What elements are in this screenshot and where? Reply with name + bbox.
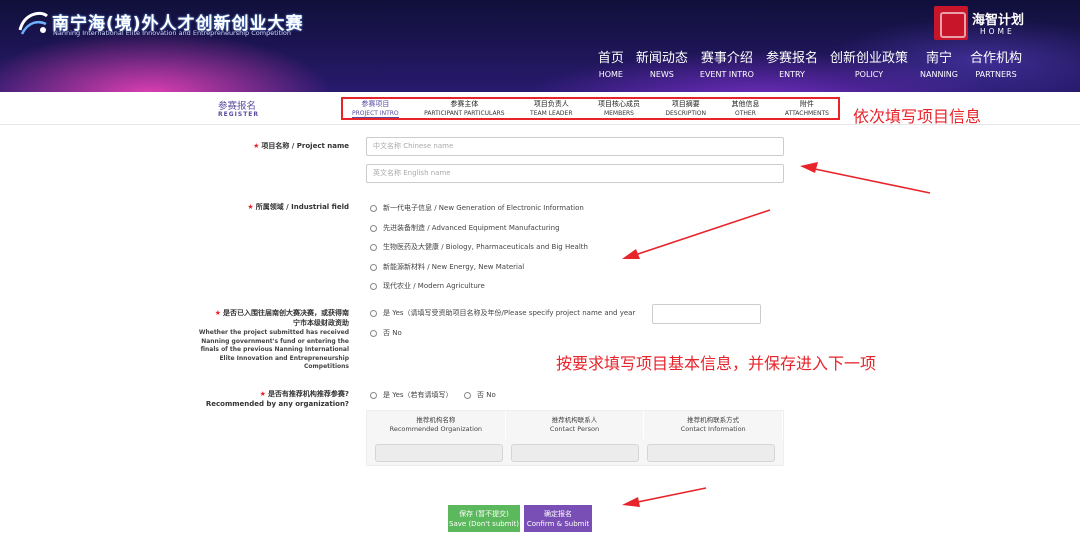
required-star-icon: ★ <box>259 390 266 398</box>
funded-label-en: Whether the project submitted has receiv… <box>198 329 349 371</box>
tab-team-leader[interactable]: 项目负责人 TEAM LEADER <box>530 99 572 118</box>
nav-item-news[interactable]: 新闻动态 NEWS <box>636 51 688 81</box>
tab-participant-particulars[interactable]: 参赛主体 PARTICIPANT PARTICULARS <box>424 99 505 118</box>
recommendation-table-header: 推荐机构名称 Recommended Organization 推荐机构联系人 Co… <box>367 411 784 439</box>
tab-other[interactable]: 其他信息 OTHER <box>731 99 759 118</box>
recommended-label: ★ 是否有推荐机构推荐参赛? <box>259 390 349 398</box>
column-header-organization: 推荐机构名称 Recommended Organization <box>367 411 506 439</box>
arrow-to-buttons-icon <box>622 487 707 507</box>
industry-option-biology[interactable]: 生物医药及大健康 / Biology, Pharmaceuticals and … <box>370 242 588 252</box>
funded-label-line2: 宁市本级财政资助 <box>293 319 349 327</box>
radio-icon <box>370 309 377 317</box>
required-star-icon: ★ <box>253 142 260 150</box>
column-header-contact-info: 推荐机构联系方式 Contact Information <box>644 411 784 439</box>
annotation-steps-hint: 依次填写项目信息 <box>853 107 982 126</box>
radio-icon <box>370 263 377 271</box>
required-star-icon: ★ <box>214 309 221 317</box>
nav-item-nanning[interactable]: 南宁 NANNING <box>920 51 958 81</box>
radio-icon <box>370 391 377 399</box>
industry-option-agriculture[interactable]: 现代农业 / Modern Agriculture <box>370 281 485 291</box>
site-subtitle: Nanning International Elite Innovation a… <box>53 29 292 37</box>
required-star-icon: ★ <box>247 203 254 211</box>
radio-icon <box>464 391 471 399</box>
project-name-cn-input[interactable]: 中文名称 Chinese name <box>366 137 784 156</box>
submit-button[interactable]: 确定报名 Confirm & Submit <box>524 505 592 532</box>
project-name-en-input[interactable]: 英文名称 English name <box>366 164 784 183</box>
brand-seal-logo <box>934 6 968 40</box>
contact-person-input[interactable] <box>511 444 639 462</box>
nav-item-policy[interactable]: 创新创业政策 POLICY <box>830 51 908 81</box>
tab-attachments[interactable]: 附件 ATTACHMENTS <box>785 99 829 118</box>
recommended-organization-input[interactable] <box>375 444 503 462</box>
arrow-to-industry-icon <box>622 209 771 259</box>
brand-name: 海智计划 <box>972 13 1025 28</box>
competition-logo-icon <box>18 11 48 35</box>
contact-info-input[interactable] <box>647 444 775 462</box>
tab-description[interactable]: 项目摘要 DESCRIPTION <box>665 99 706 118</box>
radio-icon <box>370 243 377 251</box>
industry-label: ★ 所属领域 / Industrial field <box>247 203 349 211</box>
annotation-form-hint: 按要求填写项目基本信息，并保存进入下一项 <box>556 354 877 373</box>
header-banner: 南宁海(境)外人才创新创业大赛 Nanning International El… <box>0 0 1080 92</box>
save-button[interactable]: 保存 (暂不提交) Save (Don't submit) <box>448 505 520 532</box>
brand-en: HOME <box>980 27 1015 36</box>
nav-item-event-intro[interactable]: 赛事介绍 EVENT INTRO <box>700 51 754 81</box>
column-header-contact-person: 推荐机构联系人 Contact Person <box>506 411 645 439</box>
recommendation-table: 推荐机构名称 Recommended Organization 推荐机构联系人 Co… <box>366 410 784 466</box>
recommended-yes-radio[interactable]: 是 Yes（若有请填写） <box>370 390 453 400</box>
arrow-to-project-name-icon <box>800 162 931 194</box>
funded-no-radio[interactable]: 否 No <box>370 328 402 338</box>
project-name-label: ★ 项目名称 / Project name <box>253 142 349 150</box>
tab-members[interactable]: 项目核心成员 MEMBERS <box>598 99 640 118</box>
funded-project-input[interactable] <box>652 304 761 324</box>
nav-item-home[interactable]: 首页 HOME <box>598 51 624 81</box>
radio-icon <box>370 204 377 212</box>
industry-option-energy[interactable]: 新能源新材料 / New Energy, New Material <box>370 262 524 272</box>
recommended-label-en: Recommended by any organization? <box>205 400 349 408</box>
radio-icon <box>370 329 377 337</box>
nav-item-entry[interactable]: 参赛报名 ENTRY <box>766 51 818 81</box>
register-subtitle: REGISTER <box>218 111 260 118</box>
radio-icon <box>370 224 377 232</box>
tab-project-intro[interactable]: 参赛项目 PROJECT INTRO <box>352 99 399 118</box>
register-title: 参赛报名 <box>218 101 257 112</box>
recommended-no-radio[interactable]: 否 No <box>464 390 496 400</box>
nav-item-partners[interactable]: 合作机构 PARTNERS <box>970 51 1022 81</box>
step-tabs: 参赛项目 PROJECT INTRO 参赛主体 PARTICIPANT PARTIC… <box>341 97 840 120</box>
industry-option-equipment[interactable]: 先进装备制造 / Advanced Equipment Manufacturin… <box>370 223 560 233</box>
recommendation-table-row <box>367 439 783 467</box>
main-nav: 首页 HOME 新闻动态 NEWS 赛事介绍 EVENT INTRO 参赛报名 ENTR… <box>586 51 1022 81</box>
radio-icon <box>370 282 377 290</box>
industry-option-electronic[interactable]: 新一代电子信息 / New Generation of Electronic I… <box>370 203 584 213</box>
funded-yes-radio[interactable]: 是 Yes（请填写受资助项目名称及年份/Please specify proje… <box>370 308 635 318</box>
funded-label-line1: ★ 是否已入围往届南创大赛决赛，或获得南 <box>214 309 349 317</box>
